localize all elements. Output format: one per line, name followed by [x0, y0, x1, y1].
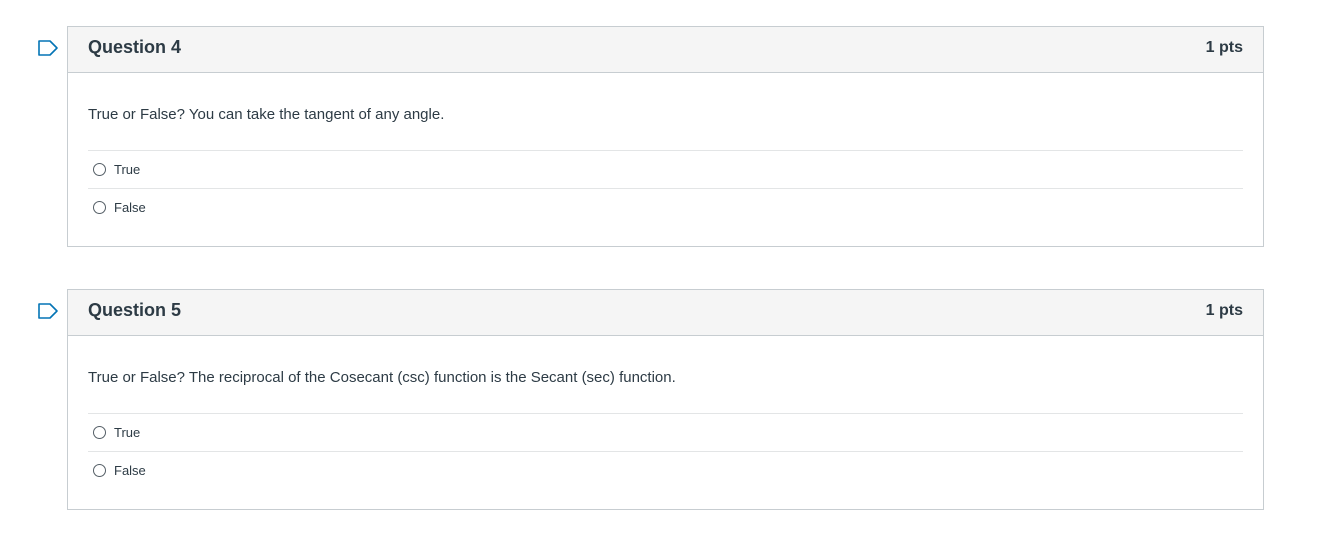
answer-option-true[interactable]: True: [88, 150, 1243, 188]
answer-label: True: [114, 425, 141, 440]
answer-option-false[interactable]: False: [88, 451, 1243, 489]
flag-question-icon[interactable]: [37, 40, 59, 56]
radio-button[interactable]: [93, 201, 106, 214]
answer-list: True False: [88, 150, 1243, 226]
question-text: True or False? The reciprocal of the Cos…: [88, 369, 676, 386]
radio-button[interactable]: [93, 464, 106, 477]
answer-label: True: [114, 162, 141, 177]
flag-question-icon[interactable]: [37, 303, 59, 319]
question-points: 1 pts: [1205, 39, 1243, 56]
question-body: True or False? You can take the tangent …: [68, 73, 1263, 226]
answer-label: False: [114, 463, 146, 478]
question-points: 1 pts: [1205, 302, 1243, 319]
answer-option-true[interactable]: True: [88, 413, 1243, 451]
question-text: True or False? You can take the tangent …: [88, 106, 445, 123]
question-title: Question 4: [88, 37, 182, 57]
question-card: Question 5 1 pts True or False? The reci…: [67, 289, 1264, 510]
question-header: Question 4 1 pts: [68, 27, 1263, 73]
question-title: Question 5: [88, 300, 182, 320]
question-body: True or False? The reciprocal of the Cos…: [68, 336, 1263, 489]
radio-button[interactable]: [93, 163, 106, 176]
answer-list: True False: [88, 413, 1243, 489]
question-header: Question 5 1 pts: [68, 290, 1263, 336]
radio-button[interactable]: [93, 426, 106, 439]
answer-option-false[interactable]: False: [88, 188, 1243, 226]
question-card: Question 4 1 pts True or False? You can …: [67, 26, 1264, 247]
answer-label: False: [114, 200, 146, 215]
